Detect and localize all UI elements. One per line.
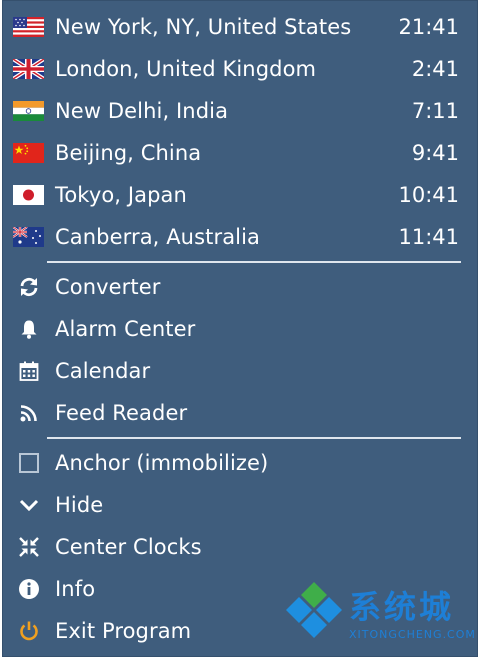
city-time: 2:41 — [411, 57, 459, 81]
japan-flag-icon — [13, 184, 44, 206]
menu-item-label: Info — [55, 577, 96, 601]
rss-icon — [13, 402, 44, 424]
city-label: New York, NY, United States — [55, 15, 352, 39]
menu-item-feed-reader[interactable]: Feed Reader — [3, 392, 477, 434]
menu-item-label: Alarm Center — [55, 317, 196, 341]
menu-item-hide[interactable]: Hide — [3, 484, 477, 526]
city-time: 10:41 — [398, 183, 459, 207]
menu-item-label: Hide — [55, 493, 104, 517]
china-flag-icon — [13, 142, 44, 164]
menu-item-alarm-center[interactable]: Alarm Center — [3, 308, 477, 350]
city-row-london[interactable]: London, United Kingdom 2:41 — [3, 48, 477, 90]
bell-icon — [13, 318, 44, 340]
menu-item-label: Center Clocks — [55, 535, 202, 559]
uk-flag-icon — [13, 58, 44, 80]
city-time: 21:41 — [398, 15, 459, 39]
compress-icon — [13, 536, 44, 558]
city-time: 9:41 — [411, 141, 459, 165]
info-icon — [13, 578, 44, 600]
refresh-icon — [13, 276, 44, 298]
menu-item-calendar[interactable]: Calendar — [3, 350, 477, 392]
city-time: 7:11 — [411, 99, 459, 123]
menu-item-label: Converter — [55, 275, 161, 299]
power-icon — [13, 620, 44, 642]
menu-separator — [47, 437, 461, 439]
menu-item-converter[interactable]: Converter — [3, 266, 477, 308]
city-label: Tokyo, Japan — [55, 183, 187, 207]
city-label: Canberra, Australia — [55, 225, 260, 249]
menu-separator — [47, 261, 461, 263]
australia-flag-icon — [13, 226, 44, 248]
watermark: 系统城 XITONGCHENG.COM — [277, 572, 477, 656]
menu-item-center-clocks[interactable]: Center Clocks — [3, 526, 477, 568]
menu-item-anchor[interactable]: Anchor (immobilize) — [3, 442, 477, 484]
city-row-new-delhi[interactable]: New Delhi, India 7:11 — [3, 90, 477, 132]
menu-item-label: Feed Reader — [55, 401, 188, 425]
tools-section: Converter Alarm Center Calendar Feed Rea… — [3, 266, 477, 434]
watermark-domain: XITONGCHENG.COM — [349, 628, 476, 641]
city-time: 11:41 — [398, 225, 459, 249]
watermark-brand: 系统城 — [349, 588, 455, 626]
world-clocks-list: New York, NY, United States 21:41 London… — [3, 1, 477, 258]
checkbox-icon[interactable] — [13, 452, 44, 474]
city-label: Beijing, China — [55, 141, 202, 165]
context-menu: New York, NY, United States 21:41 London… — [2, 0, 478, 657]
watermark-logo-icon — [286, 582, 342, 638]
city-row-tokyo[interactable]: Tokyo, Japan 10:41 — [3, 174, 477, 216]
city-row-beijing[interactable]: Beijing, China 9:41 — [3, 132, 477, 174]
calendar-icon — [13, 360, 44, 382]
menu-item-label: Exit Program — [55, 619, 192, 643]
chevron-down-icon — [13, 494, 44, 516]
city-label: London, United Kingdom — [55, 57, 317, 81]
city-label: New Delhi, India — [55, 99, 229, 123]
city-row-canberra[interactable]: Canberra, Australia 11:41 — [3, 216, 477, 258]
menu-item-label: Anchor (immobilize) — [55, 451, 269, 475]
india-flag-icon — [13, 100, 44, 122]
city-row-new-york[interactable]: New York, NY, United States 21:41 — [3, 6, 477, 48]
us-flag-icon — [13, 16, 44, 38]
menu-item-label: Calendar — [55, 359, 151, 383]
